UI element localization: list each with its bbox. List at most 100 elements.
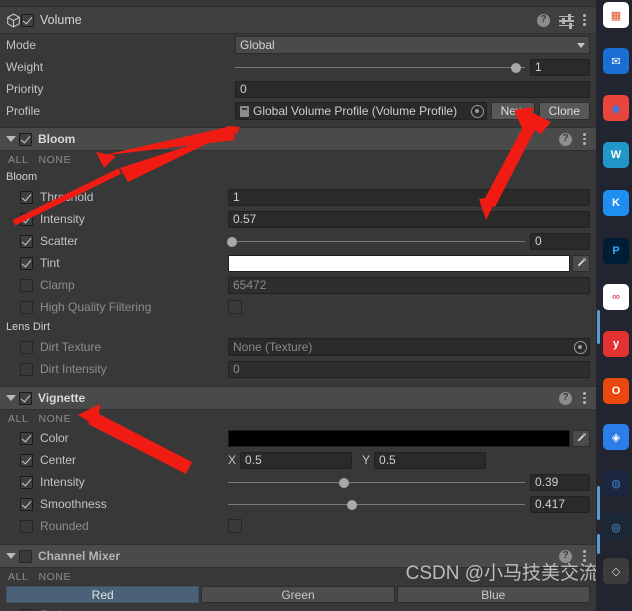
mode-dropdown[interactable]: Global <box>235 36 590 54</box>
help-icon[interactable]: ? <box>559 391 572 405</box>
all-link[interactable]: ALL <box>8 413 28 425</box>
bloom-intensity-input[interactable]: 0.57 <box>228 210 590 228</box>
volume-enabled-checkbox[interactable] <box>21 13 34 27</box>
vignette-center-y-input[interactable]: 0.5 <box>374 451 487 469</box>
row-weight: Weight 1 <box>0 56 596 78</box>
tab-red[interactable]: Red <box>6 586 200 603</box>
bloom-dirt-intensity-input[interactable]: 0 <box>228 360 590 378</box>
volume-component-header[interactable]: Volume ? <box>0 7 596 34</box>
preset-icon[interactable] <box>559 13 574 29</box>
label-profile: Profile <box>6 104 41 118</box>
new-profile-button[interactable]: New <box>490 102 535 120</box>
effect-header-bloom[interactable]: Bloom ? <box>0 127 596 151</box>
label-bloom-threshold: Threshold <box>40 190 94 204</box>
vignette-intensity-slider-knob[interactable] <box>338 477 349 488</box>
chevron-down-icon[interactable] <box>6 136 16 142</box>
browser-icon[interactable]: ◍ <box>603 470 629 496</box>
kebab-menu-icon[interactable] <box>583 133 586 145</box>
all-link[interactable]: ALL <box>8 571 28 583</box>
row-bloom-scatter: Scatter 0 <box>0 230 596 252</box>
bloom-hq-override-checkbox[interactable] <box>20 300 33 314</box>
bloom-dirt-texture-override-checkbox[interactable] <box>20 340 33 354</box>
vignette-center-override-checkbox[interactable] <box>20 453 33 467</box>
priority-input[interactable]: 0 <box>235 80 590 98</box>
screen: Volume ? Mode Global Weight 1 Priority 0… <box>0 0 632 611</box>
bloom-threshold-override-checkbox[interactable] <box>20 190 33 204</box>
ms-store-icon[interactable]: ▦ <box>603 2 629 28</box>
weight-slider-knob[interactable] <box>511 62 522 73</box>
vignette-enabled-checkbox[interactable] <box>19 391 32 405</box>
vignette-smoothness-slider-knob[interactable] <box>346 499 357 510</box>
effect-header-vignette[interactable]: Vignette ? <box>0 386 596 410</box>
octopus-icon[interactable]: ∞ <box>603 284 629 310</box>
none-link[interactable]: NONE <box>38 154 71 166</box>
bloom-scatter-slider-knob[interactable] <box>227 236 238 247</box>
clone-profile-button[interactable]: Clone <box>538 102 590 120</box>
label-mode: Mode <box>6 38 37 52</box>
chevron-down-icon <box>577 42 585 48</box>
weight-slider[interactable] <box>235 59 525 76</box>
vignette-color-override-checkbox[interactable] <box>20 431 33 445</box>
row-vignette-rounded: Rounded <box>0 515 596 537</box>
bloom-scatter-value-field[interactable]: 0 <box>530 232 590 250</box>
row-vignette-color: Color <box>0 427 596 449</box>
vignette-color-swatch[interactable] <box>228 429 570 447</box>
row-vignette-intensity: Intensity 0.39 <box>0 471 596 493</box>
none-link[interactable]: NONE <box>38 571 71 583</box>
unity-icon[interactable]: ◇ <box>603 558 629 584</box>
bloom-dirt-texture-object-field[interactable]: None (Texture) <box>228 338 590 356</box>
vignette-rounded-override-checkbox[interactable] <box>20 519 33 533</box>
bloom-threshold-input[interactable]: 1 <box>228 188 590 206</box>
tab-green[interactable]: Green <box>201 586 395 603</box>
ps-icon[interactable]: P <box>603 238 629 264</box>
bloom-enabled-checkbox[interactable] <box>19 132 32 146</box>
bloom-intensity-override-checkbox[interactable] <box>20 212 33 226</box>
help-icon[interactable]: ? <box>559 132 572 146</box>
steam-icon[interactable]: ◎ <box>603 514 629 540</box>
vignette-center-x-input[interactable]: 0.5 <box>240 451 353 469</box>
mail-icon[interactable]: ✉ <box>603 48 629 74</box>
bloom-hq-value-checkbox[interactable] <box>228 300 242 314</box>
chevron-down-icon[interactable] <box>6 553 16 559</box>
bloom-scatter-override-checkbox[interactable] <box>20 234 33 248</box>
wps-icon[interactable]: W <box>603 142 629 168</box>
kebab-menu-icon[interactable] <box>583 14 586 26</box>
weight-value-field[interactable]: 1 <box>530 58 590 76</box>
chevron-down-icon[interactable] <box>6 395 16 401</box>
object-picker-icon[interactable] <box>470 104 484 118</box>
none-link[interactable]: NONE <box>38 413 71 425</box>
vignette-intensity-slider[interactable] <box>228 474 525 491</box>
vignette-smoothness-value-field[interactable]: 0.417 <box>530 495 590 513</box>
profile-object-field[interactable]: Global Volume Profile (Volume Profile) <box>235 102 487 120</box>
vignette-smoothness-override-checkbox[interactable] <box>20 497 33 511</box>
bloom-clamp-input[interactable]: 65472 <box>228 276 590 294</box>
bloom-tint-color-swatch[interactable] <box>228 254 570 272</box>
chrome-icon[interactable]: ◉ <box>603 95 629 121</box>
label-bloom-dirt-intensity: Dirt Intensity <box>40 362 107 376</box>
channel-mixer-enabled-checkbox[interactable] <box>19 549 32 563</box>
volume-cube-icon <box>6 13 21 28</box>
eyedropper-icon[interactable] <box>572 254 590 272</box>
row-profile: Profile Global Volume Profile (Volume Pr… <box>0 100 596 122</box>
bloom-scatter-slider[interactable] <box>227 233 525 250</box>
bloom-tint-override-checkbox[interactable] <box>20 256 33 270</box>
vignette-intensity-value-field[interactable]: 0.39 <box>530 473 590 491</box>
kebab-menu-icon[interactable] <box>583 392 586 404</box>
object-picker-icon[interactable] <box>574 340 587 354</box>
vignette-rounded-value-checkbox[interactable] <box>228 519 242 533</box>
tab-blue[interactable]: Blue <box>396 586 590 603</box>
center-y-label: Y <box>362 453 371 467</box>
channel-mixer-red-slider[interactable] <box>228 607 585 611</box>
bloom-clamp-override-checkbox[interactable] <box>20 278 33 292</box>
unity-hub-icon[interactable]: ◈ <box>603 424 629 450</box>
eyedropper-icon[interactable] <box>572 429 590 447</box>
row-bloom-dirt-texture: Dirt Texture None (Texture) <box>0 336 596 358</box>
youdao-icon[interactable]: y <box>603 331 629 357</box>
vignette-intensity-override-checkbox[interactable] <box>20 475 33 489</box>
all-link[interactable]: ALL <box>8 154 28 166</box>
office-icon[interactable]: O <box>603 378 629 404</box>
help-icon[interactable]: ? <box>537 13 550 27</box>
kugou-icon[interactable]: K <box>603 190 629 216</box>
vignette-smoothness-slider[interactable] <box>228 496 525 513</box>
bloom-dirt-intensity-override-checkbox[interactable] <box>20 362 33 376</box>
